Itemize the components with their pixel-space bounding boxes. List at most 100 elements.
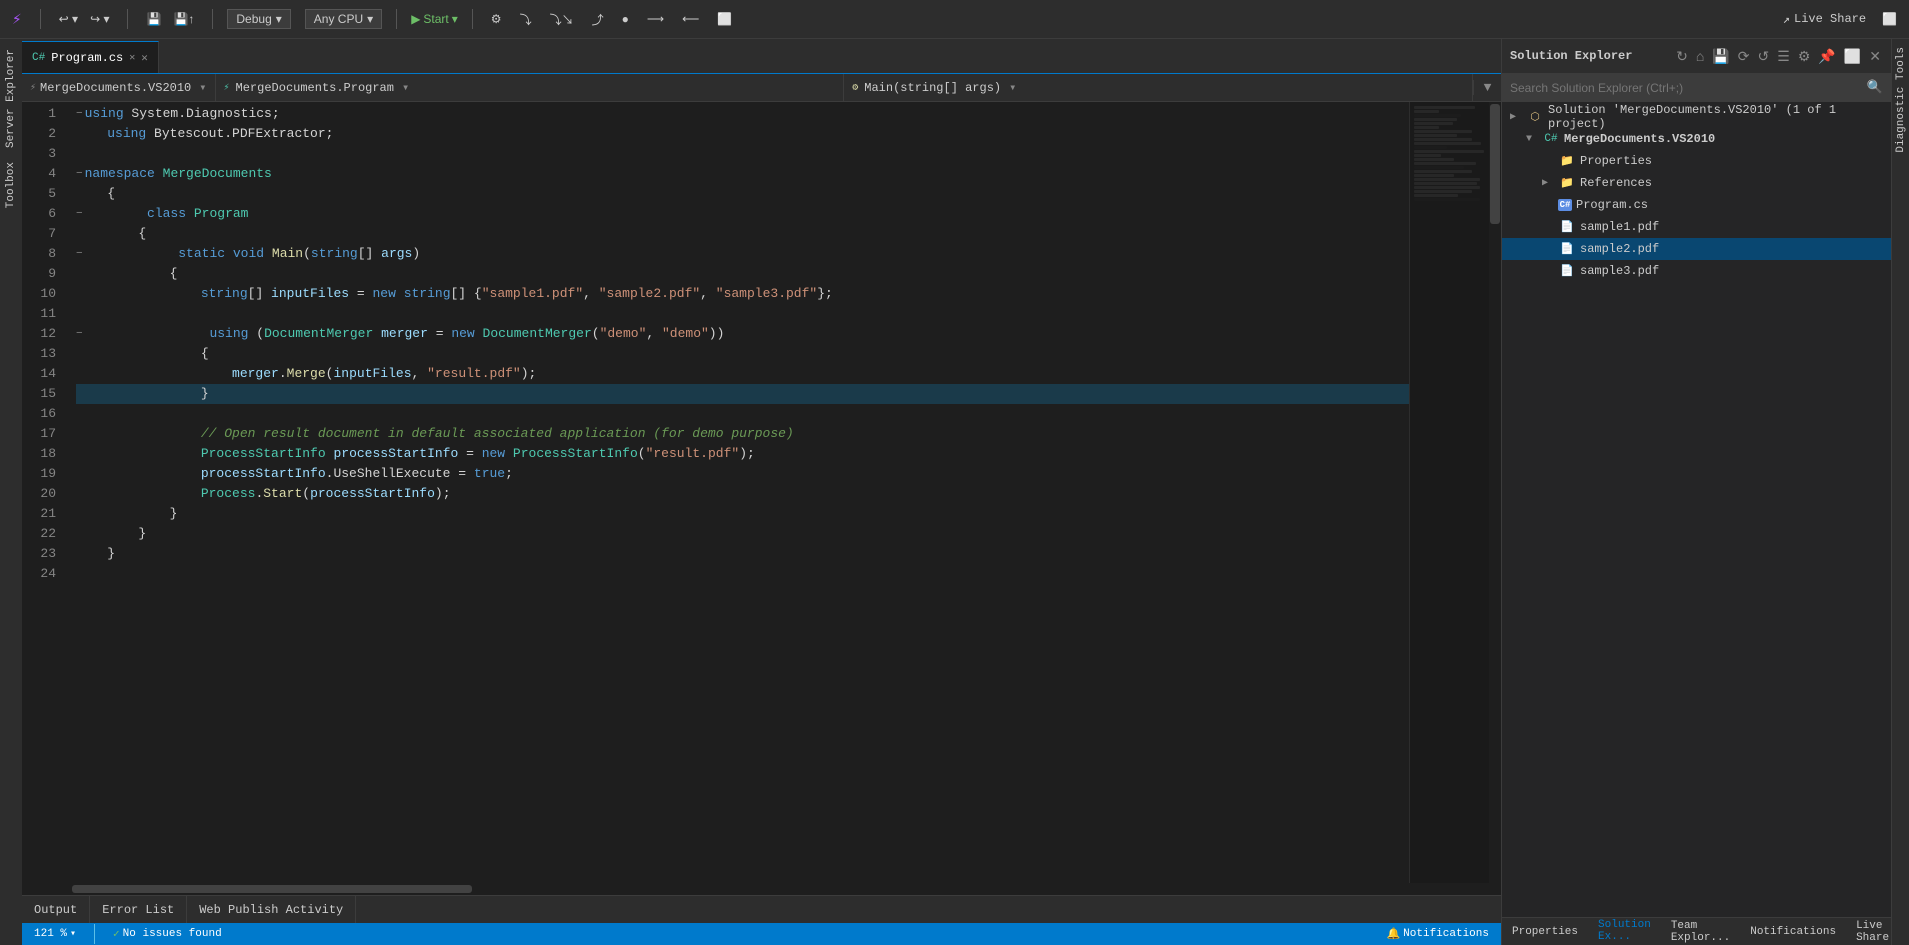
tree-item-sample2[interactable]: ▶ 📄 sample2.pdf (1502, 238, 1891, 260)
line-number-10: 10 (22, 284, 62, 304)
line-number-15: 15 (22, 384, 62, 404)
save-button[interactable]: 💾 (142, 10, 165, 28)
cpu-dropdown[interactable]: Any CPU ▾ (305, 9, 382, 29)
se-settings-btn[interactable]: ⚙ (1796, 46, 1813, 67)
se-home-btn[interactable]: ⌂ (1694, 46, 1706, 66)
vs-icon[interactable]: ⚡ (8, 7, 26, 31)
pdf2-icon: 📄 (1558, 241, 1576, 257)
references-icon: 📁 (1558, 175, 1576, 191)
tree-item-properties[interactable]: ▶ 📁 Properties (1502, 150, 1891, 172)
solution-label: Solution 'MergeDocuments.VS2010' (1 of 1… (1548, 103, 1883, 131)
diagnostics-sidebar[interactable]: Diagnostic Tools (1891, 39, 1909, 945)
namespace-dropdown[interactable]: ⚡ MergeDocuments.VS2010 ▾ (22, 74, 216, 101)
start-button[interactable]: ▶ Start ▾ (411, 12, 458, 26)
vertical-scrollbar[interactable] (1489, 102, 1501, 883)
se-save-btn[interactable]: 💾 (1710, 46, 1731, 67)
code-line-7: { (76, 224, 1409, 244)
code-area[interactable]: −using System.Diagnostics; using Bytesco… (72, 102, 1409, 883)
minimap-line-7 (1414, 130, 1472, 133)
se-search-box[interactable]: 🔍 (1502, 74, 1891, 102)
token-plain: { (76, 344, 209, 364)
collapse-icon[interactable]: − (76, 204, 83, 224)
debug-config-dropdown[interactable]: Debug ▾ (227, 9, 290, 29)
toolbox-tab[interactable]: Toolbox (3, 156, 19, 214)
notifications-tab[interactable]: Notifications (1740, 918, 1846, 945)
breakpoint-button[interactable]: ● (618, 10, 633, 28)
output-tab[interactable]: Output (22, 896, 90, 924)
tree-item-sample3[interactable]: ▶ 📄 sample3.pdf (1502, 260, 1891, 282)
status-bar: 121 % ▾ ✓ No issues found 🔔 Notification… (22, 923, 1501, 945)
token-plain: ( (302, 484, 310, 504)
minimap-line-12 (1414, 150, 1484, 153)
token-plain (186, 204, 194, 224)
se-float-btn[interactable]: ⬜ (1842, 46, 1863, 67)
se-search-input[interactable] (1510, 81, 1867, 95)
pdf1-icon: 📄 (1558, 219, 1576, 235)
se-refresh-btn[interactable]: ⟳ (1736, 46, 1752, 67)
class-dropdown[interactable]: ⚡ MergeDocuments.Program ▾ (216, 74, 845, 101)
se-close-btn[interactable]: ✕ (1867, 46, 1883, 67)
notifications-item[interactable]: 🔔 Notifications (1382, 923, 1493, 945)
collapse-icon[interactable]: − (76, 244, 83, 264)
web-publish-tab[interactable]: Web Publish Activity (187, 896, 356, 924)
step-out-button[interactable]: ⤴ (588, 9, 608, 30)
se-reload-btn[interactable]: ↺ (1756, 46, 1772, 67)
tree-item-references[interactable]: ▶ 📁 References (1502, 172, 1891, 194)
tab-bar: C# Program.cs ✕ ✕ (22, 39, 1501, 74)
token-plain: }; (817, 284, 833, 304)
step-into-button[interactable]: ⤵↘ (546, 9, 578, 30)
programcs-label: Program.cs (1576, 198, 1648, 212)
references-label: References (1580, 176, 1652, 190)
tree-item-programcs[interactable]: ▶ C# Program.cs (1502, 194, 1891, 216)
solution-arrow[interactable]: ▶ (1510, 111, 1526, 123)
se-sync-btn[interactable]: ↻ (1674, 46, 1690, 67)
program-cs-tab[interactable]: C# Program.cs ✕ ✕ (22, 41, 159, 73)
undo-button[interactable]: ↩ ▾ (55, 10, 82, 28)
collapse-icon[interactable]: − (76, 324, 83, 344)
zoom-item[interactable]: 121 % ▾ (30, 923, 80, 945)
nav-back-button[interactable]: ⟵ (678, 10, 703, 28)
properties-arrow[interactable]: ▶ (1542, 155, 1558, 167)
token-str: "demo" (662, 324, 709, 344)
error-list-tab[interactable]: Error List (90, 896, 187, 924)
collapse-icon[interactable]: − (76, 164, 83, 184)
line-number-4: 4 (22, 164, 62, 184)
tree-item-solution[interactable]: ▶ ⬡ Solution 'MergeDocuments.VS2010' (1 … (1502, 106, 1891, 128)
team-explorer-tab[interactable]: Team Explor... (1661, 918, 1740, 945)
scroll-thumb[interactable] (1490, 104, 1500, 224)
collapse-icon[interactable]: − (76, 104, 83, 124)
se-pin-btn[interactable]: 📌 (1816, 46, 1837, 67)
live-share-button[interactable]: ↗ Live Share (1783, 12, 1866, 27)
redo-button[interactable]: ↪ ▾ (86, 10, 113, 28)
step-over-button[interactable]: ⤵ (516, 9, 536, 30)
window-button[interactable]: ⬜ (713, 10, 736, 28)
code-line-24 (76, 564, 1409, 584)
minimap-line-21 (1414, 186, 1480, 189)
tab-modified-dot: ✕ (129, 52, 135, 64)
nav-forward-button[interactable]: ⟶ (643, 10, 668, 28)
line-number-7: 7 (22, 224, 62, 244)
save-all-button[interactable]: 💾↑ (169, 10, 198, 28)
server-explorer-tab[interactable]: Server Explorer (3, 43, 19, 154)
tree-item-sample1[interactable]: ▶ 📄 sample1.pdf (1502, 216, 1891, 238)
token-method: Merge (287, 364, 326, 384)
maximize-button[interactable]: ⬜ (1878, 10, 1901, 28)
properties-tab[interactable]: Properties (1502, 918, 1588, 945)
token-kw: namespace (85, 164, 155, 184)
se-filter-btn[interactable]: ☰ (1775, 46, 1792, 67)
line-number-24: 24 (22, 564, 62, 584)
token-plain (85, 324, 210, 344)
expand-nav-button[interactable]: ▼ (1473, 80, 1501, 95)
token-plain: , (583, 284, 599, 304)
attach-process-button[interactable]: ⚙ (487, 10, 506, 28)
references-arrow[interactable]: ▶ (1542, 177, 1558, 189)
horizontal-scrollbar[interactable] (22, 883, 1501, 895)
no-issues-item[interactable]: ✓ No issues found (109, 923, 226, 945)
h-scroll-thumb[interactable] (72, 885, 472, 893)
solution-ex-tab[interactable]: Solution Ex... (1588, 918, 1661, 945)
method-dropdown[interactable]: ⚙ Main(string[] args) ▾ (844, 74, 1473, 101)
project-arrow[interactable]: ▼ (1526, 134, 1542, 145)
tab-close-button[interactable]: ✕ (141, 51, 148, 65)
tree-item-project[interactable]: ▼ C# MergeDocuments.VS2010 (1502, 128, 1891, 150)
minimap-line-4 (1414, 118, 1457, 121)
